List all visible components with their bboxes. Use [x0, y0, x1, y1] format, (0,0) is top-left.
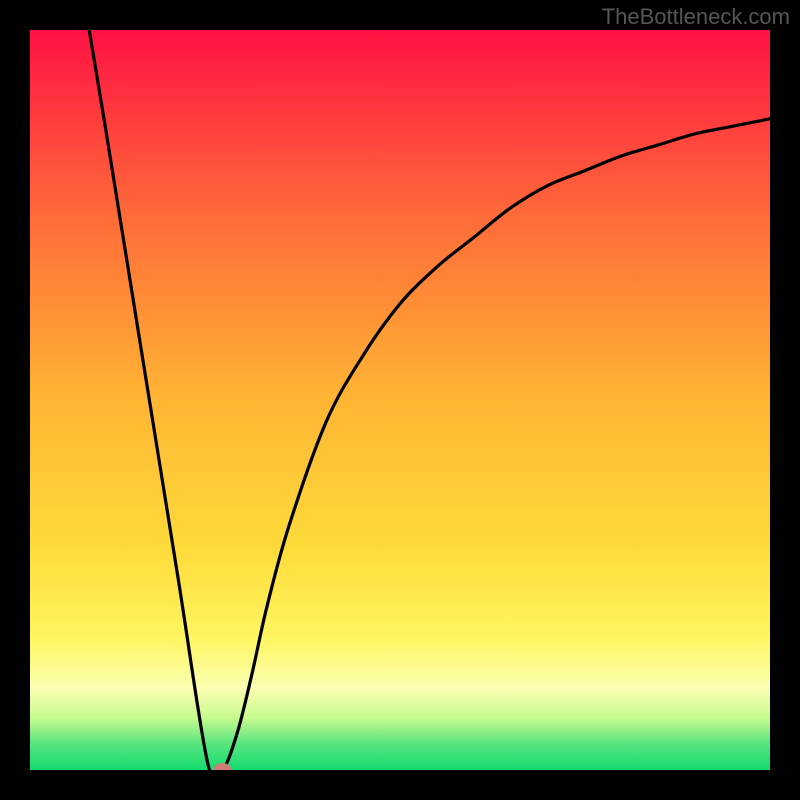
watermark-text: TheBottleneck.com	[602, 4, 790, 30]
chart-svg	[30, 30, 770, 770]
chart-frame: TheBottleneck.com	[0, 0, 800, 800]
plot-area	[30, 30, 770, 770]
gradient-background	[30, 30, 770, 770]
